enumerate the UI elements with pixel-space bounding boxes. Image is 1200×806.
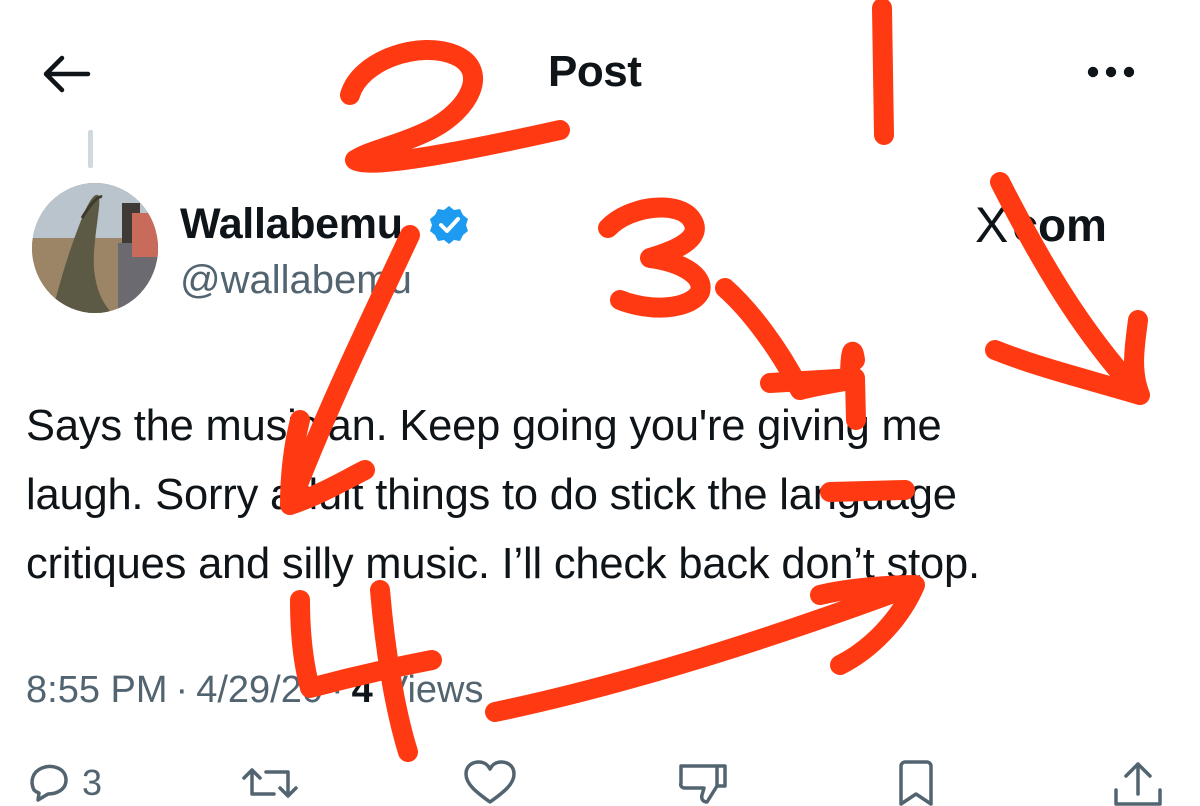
annotation-arrow-bottom — [485, 575, 925, 722]
views-label: Views — [382, 669, 484, 711]
post-text-line: critiques and silly music. I’ll check ba… — [26, 540, 980, 588]
source-suffix: com — [1012, 199, 1107, 251]
reply-button[interactable]: 3 — [26, 760, 102, 806]
reply-icon — [30, 764, 68, 802]
annotation-number-2 — [340, 40, 570, 173]
annotation-number-3 — [598, 197, 711, 318]
back-button[interactable] — [38, 48, 96, 100]
author-display-name[interactable]: Wallabemu — [180, 198, 403, 250]
more-options-button[interactable] — [1078, 50, 1148, 94]
annotation-number-1 — [872, 0, 894, 145]
post-date[interactable]: 4/29/20 — [196, 665, 323, 715]
post-time[interactable]: 8:55 PM — [26, 665, 168, 715]
arrow-left-icon — [43, 55, 91, 93]
repost-icon — [242, 768, 298, 798]
more-horizontal-icon — [1087, 66, 1135, 78]
reply-count: 3 — [82, 762, 103, 803]
page-title: Post — [548, 47, 642, 96]
heart-icon — [464, 760, 516, 804]
x-logo-icon: X — [975, 197, 1009, 253]
post-text-line: Says the musician. Keep going you're giv… — [26, 402, 942, 450]
verified-badge-icon — [428, 204, 470, 246]
post-meta: 8:55 PM · 4/29/20 · 4 Views — [26, 665, 483, 715]
bookmark-icon — [899, 760, 933, 806]
share-icon — [1114, 762, 1162, 806]
post-text-line: laugh. Sorry adult things to do stick th… — [26, 471, 957, 519]
bookmark-button[interactable] — [893, 760, 939, 806]
views-count: 4 — [351, 669, 373, 711]
post-source-label[interactable]: X com — [975, 198, 1107, 252]
thumbs-down-icon — [679, 764, 727, 804]
avatar[interactable] — [32, 183, 158, 313]
share-button[interactable] — [1110, 760, 1166, 806]
meta-separator: · — [330, 669, 344, 711]
author-handle[interactable]: @wallabemu — [180, 256, 412, 304]
thread-connector-line — [88, 130, 93, 168]
post-text: Says the musician. Keep going you're giv… — [26, 392, 1176, 599]
annotation-arrow-3 — [715, 278, 865, 400]
dislike-button[interactable] — [675, 760, 731, 806]
repost-button[interactable] — [238, 760, 302, 806]
like-button[interactable] — [462, 760, 518, 806]
meta-separator: · — [175, 669, 189, 711]
